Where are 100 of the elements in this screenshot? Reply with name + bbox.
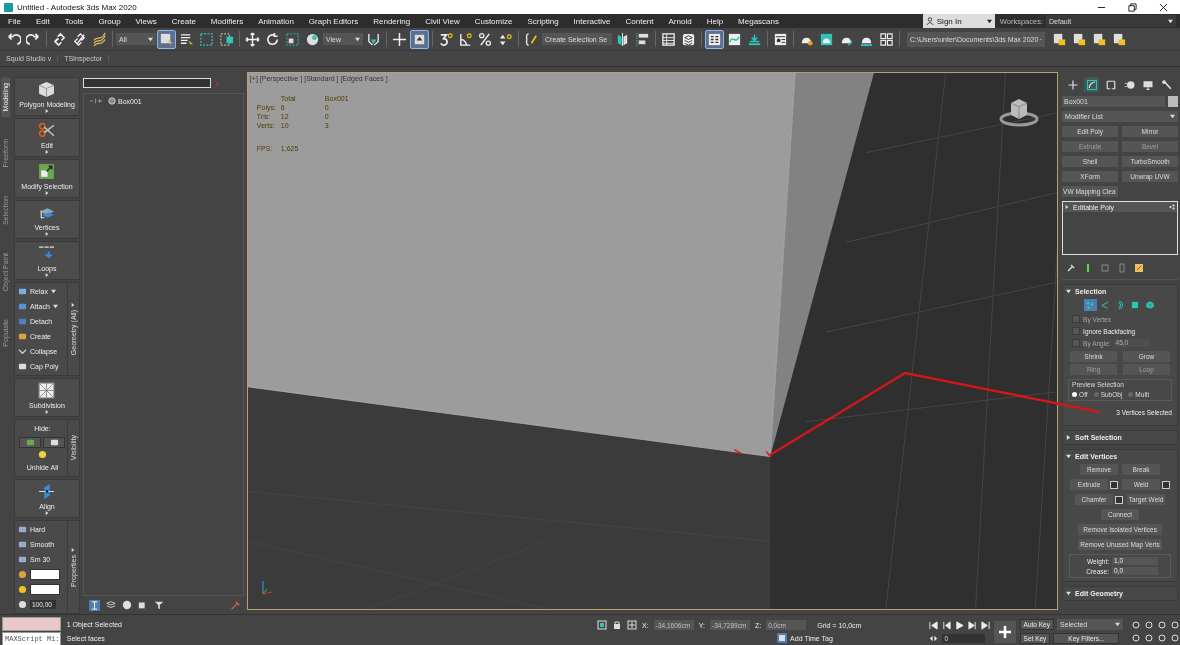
menu-item[interactable]: Create <box>163 16 203 26</box>
window-title: Untitled - Autodesk 3ds Max 2020 <box>17 2 138 12</box>
scale-icon <box>285 31 300 47</box>
frame-window-icon <box>819 31 834 47</box>
subobject-button[interactable] <box>1143 299 1157 311</box>
toolbar-button[interactable] <box>157 29 176 49</box>
color-swatch[interactable] <box>30 584 60 595</box>
menu-item[interactable]: Megascans <box>730 16 787 26</box>
mirror-icon <box>615 31 630 47</box>
subobject-icon <box>1169 204 1175 210</box>
isolate-icon[interactable] <box>597 620 608 630</box>
hierarchy-icon <box>1104 78 1117 91</box>
hierarchy-icon[interactable] <box>89 599 100 611</box>
sun-icon <box>18 585 27 594</box>
caret-icon <box>45 109 49 113</box>
go-to-end-icon[interactable] <box>980 620 990 630</box>
caret-icon <box>45 191 49 195</box>
caret-icon <box>71 302 76 307</box>
subobject-button[interactable] <box>1083 299 1097 311</box>
listener-field[interactable] <box>2 617 61 631</box>
menu-item[interactable]: Scripting <box>519 16 566 26</box>
menu-item[interactable]: Interactive <box>565 16 618 26</box>
set-key-button[interactable] <box>993 620 1016 643</box>
vertex-icon <box>1085 300 1096 310</box>
pin-icon[interactable] <box>1066 263 1077 273</box>
table-icon <box>661 31 676 47</box>
menu-item[interactable]: Arnold <box>660 16 699 26</box>
play-icon[interactable] <box>954 620 964 630</box>
curve-editor-icon <box>727 31 742 47</box>
search-field[interactable] <box>83 78 211 88</box>
caret-icon <box>45 410 49 414</box>
dropdown-caret-icon <box>52 304 58 309</box>
crosshair-icon <box>392 31 407 47</box>
menu-item[interactable]: Tools <box>56 16 91 26</box>
key-mode-icon[interactable] <box>928 633 938 643</box>
menu-item[interactable]: Customize <box>466 16 520 26</box>
menu-item[interactable]: Civil View <box>417 16 467 26</box>
toolbar-button[interactable] <box>705 29 724 49</box>
polygon-icon <box>1130 300 1141 310</box>
menu-item[interactable]: Help <box>698 16 731 26</box>
shapes-icon[interactable] <box>138 600 148 610</box>
caret-icon <box>45 511 49 515</box>
lock-icon[interactable] <box>612 620 623 630</box>
hammer-icon[interactable] <box>229 600 240 610</box>
material-editor-icon <box>773 31 788 47</box>
key-plus-icon <box>996 623 1013 640</box>
bulb-icon <box>38 450 47 459</box>
monitor-icon <box>1142 78 1155 91</box>
plus-icon <box>1066 78 1079 91</box>
previous-frame-icon[interactable] <box>941 620 951 630</box>
dropdown-caret-icon <box>355 36 360 42</box>
motion-icon <box>1123 78 1136 91</box>
edge-icon <box>1100 300 1111 310</box>
object-icon <box>108 97 116 105</box>
menu-item[interactable]: Modifiers <box>202 16 251 26</box>
menu-item[interactable]: Animation <box>250 16 301 26</box>
element-icon <box>1145 300 1156 310</box>
color-wheel-icon <box>18 570 27 579</box>
hide-selected-button[interactable] <box>19 437 42 448</box>
dropdown-caret-icon <box>148 36 153 42</box>
modify-icon <box>1085 78 1098 91</box>
command-tab[interactable] <box>1084 77 1100 92</box>
settings-button[interactable] <box>1162 480 1171 489</box>
dropdown-caret-icon <box>986 18 992 24</box>
menu-item[interactable]: Group <box>90 16 128 26</box>
undo-icon <box>6 31 21 47</box>
toolbar-button[interactable] <box>410 29 429 49</box>
caret-icon <box>45 232 49 236</box>
hide-unselected-button[interactable] <box>43 437 66 448</box>
ribbon-icon <box>707 31 722 47</box>
object-color-swatch[interactable] <box>1168 96 1178 107</box>
color-swatch[interactable] <box>30 569 60 580</box>
menu-item[interactable]: Content <box>617 16 661 26</box>
configure-icon[interactable] <box>1134 263 1145 273</box>
layers-icon <box>681 31 696 47</box>
menu-item[interactable]: File <box>0 16 28 26</box>
sign-in-dropdown[interactable]: Sign In <box>922 14 995 28</box>
menu-item[interactable]: Rendering <box>365 16 418 26</box>
filter-icon[interactable] <box>154 600 164 610</box>
percent-snap-icon <box>478 31 493 47</box>
sphere-icon[interactable] <box>122 600 132 610</box>
menu-item[interactable]: Views <box>127 16 164 26</box>
align-icon <box>635 31 650 47</box>
resize-icon <box>38 163 56 180</box>
menu-item[interactable]: Edit <box>27 16 57 26</box>
transform-mode-icon[interactable] <box>627 620 638 630</box>
menu-item[interactable]: Graph Editors <box>300 16 366 26</box>
time-tag-icon[interactable] <box>777 633 788 643</box>
rotate-icon <box>265 31 280 47</box>
layers-icon[interactable] <box>106 600 116 610</box>
next-frame-icon[interactable] <box>967 620 977 630</box>
dropdown-caret-icon <box>1170 114 1175 119</box>
align-plane-icon <box>38 483 56 500</box>
restore-icon[interactable] <box>1128 2 1137 12</box>
redo-icon <box>26 31 41 47</box>
go-to-start-icon[interactable] <box>928 620 938 630</box>
wrench-icon <box>1161 78 1174 91</box>
select-object-icon <box>159 31 174 47</box>
close-icon[interactable] <box>1159 2 1168 12</box>
project-folder-icon <box>1072 31 1087 47</box>
